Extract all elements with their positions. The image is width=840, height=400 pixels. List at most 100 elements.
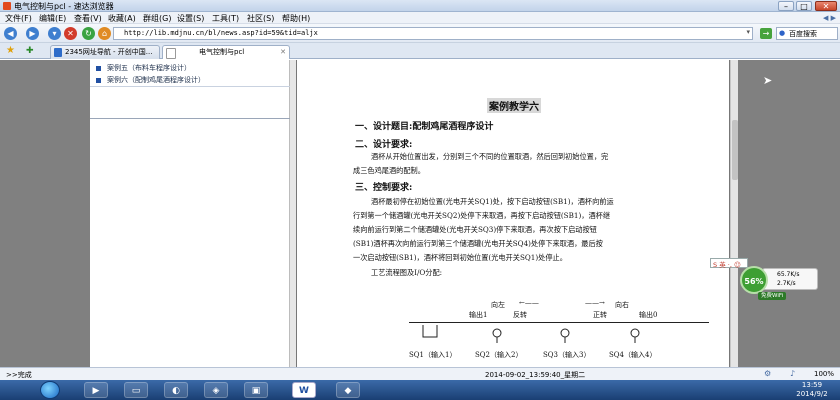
status-bar: >>完成 2014-09-02_13:59:40_星期二 ⚙ ♪ 100% [0,367,840,380]
paragraph-line: 酒杯从开始位置出发，分别到三个不同的位置取酒，然后回到初始位置，完 [371,152,609,161]
app-icon[interactable]: ◈ [204,382,228,398]
divider [90,86,290,87]
case-link-five[interactable]: 案例五（布料车程序设计） [96,63,191,73]
menu-help[interactable]: 帮助(H) [282,13,310,24]
sensor-label: SQ3（输入3） [543,351,591,359]
settings-icon[interactable]: ⚙ [764,369,771,378]
section-heading: 一、设计题目:配制鸡尾酒程序设计 [355,122,494,132]
mouse-cursor-icon: ➤ [763,74,773,87]
motion-label: 正转 [593,311,607,319]
case-label: 案例五（布料车程序设计） [107,64,191,72]
navigation-bar: ◀ ▶ ▾ ✕ ↻ ⌂ http://lib.mdjnu.cn/bl/news.… [0,24,840,43]
search-placeholder: 百度搜索 [789,30,817,38]
media-player-icon[interactable]: ▶ [84,382,108,398]
panel-toggle-icon[interactable]: ◀ ▶ [823,14,836,22]
start-button[interactable] [40,381,60,399]
close-tab-icon[interactable]: ✕ [280,46,286,59]
maximize-button[interactable]: □ [796,1,812,11]
paragraph-line: 酒杯最初停在初始位置(光电开关SQ1)处，按下启动按钮(SB1)，酒杯向前运 [371,197,614,206]
zoom-level[interactable]: 100% [814,370,834,378]
divider [90,118,290,119]
ime-label: S 英 ·, ☺ [713,261,741,269]
bullet-icon [96,77,101,83]
add-favorite-icon[interactable]: ✚ [26,46,34,56]
status-datetime: 2014-09-02_13:59:40_星期二 [485,371,586,379]
vertical-scrollbar[interactable] [730,60,738,367]
tab-bar: ★ ✚ 2345网址导航 - 开创中国... 电气控制与pcl ✕ [0,43,840,59]
paragraph-line: (SB1)酒杯再次向前运行到第三个储酒罐(光电开关SQ4)处停下来取酒，最后按 [353,239,603,248]
tab-2345-nav[interactable]: 2345网址导航 - 开创中国... [50,45,160,59]
history-icon[interactable]: ▾ [48,27,61,40]
case-label: 案例六（配制鸡尾酒程序设计） [107,76,205,84]
network-speed-widget[interactable]: 65.7K/s 2.7K/s 56% 免费WiFi [740,262,822,300]
process-flow-diagram: 向左 ←—— 输出1 反转 ——→ 向右 正转 输出0 SQ1（输入1） SQ2… [409,298,729,368]
browser-icon[interactable]: ◐ [164,382,188,398]
output-label: 输出1 [469,311,488,319]
download-speed: 2.7K/s [777,280,796,287]
document-title: 案例教学六 [487,98,541,113]
section-heading: 三、控制要求: [355,183,413,193]
menu-groups[interactable]: 群组(G) [143,13,171,24]
sensor-label: SQ2（输入2） [475,351,523,359]
left-arrow: ←—— [519,299,539,307]
case-link-six[interactable]: 案例六（配制鸡尾酒程序设计） [96,75,205,85]
sensor-label: SQ4（输入4） [609,351,657,359]
system-clock[interactable]: 13:59 2014/9/2 [790,381,834,399]
motion-label: 反转 [513,311,527,319]
back-icon[interactable]: ◀ [4,27,17,40]
network-usage-badge: 56% [740,266,768,294]
folder-icon[interactable]: ▭ [124,382,148,398]
paragraph-line: 续向前运行到第二个储酒罐处(光电开关SQ3)停下来取酒，再次按下启动按钮 [353,225,597,234]
forward-icon[interactable]: ▶ [26,27,39,40]
search-input[interactable]: ● 百度搜索 [776,27,838,40]
free-wifi-label[interactable]: 免费WiFi [758,292,787,300]
tab-electrical-control[interactable]: 电气控制与pcl ✕ [162,45,290,59]
direction-label: 向右 [615,301,629,309]
baidu-icon: ● [779,29,786,37]
close-button[interactable]: ✕ [815,1,837,11]
refresh-icon[interactable]: ↻ [82,27,95,40]
upload-speed: 65.7K/s [777,271,800,278]
browser-logo-icon [3,2,11,10]
sensor-symbols [422,325,640,343]
document-icon [166,48,176,59]
speed-panel: 65.7K/s 2.7K/s [762,268,818,290]
address-bar[interactable]: http://lib.mdjnu.cn/bl/news.asp?id=59&ti… [113,27,753,40]
case-list-frame: 案例五（布料车程序设计） 案例六（配制鸡尾酒程序设计） [90,60,290,367]
home-icon[interactable]: ⌂ [98,27,111,40]
title-bar: 电气控制与pcl - 速达浏览器 – □ ✕ [0,0,840,12]
taskbar: ▶ ▭ ◐ ◈ ▣ W ◆ 13:59 2014/9/2 [0,380,840,400]
menu-favorites[interactable]: 收藏(A) [108,13,136,24]
menu-community[interactable]: 社区(S) [247,13,274,24]
menu-bar: 文件(F) 编辑(E) 查看(V) 收藏(A) 群组(G) 设置(S) 工具(T… [0,12,840,24]
minimize-button[interactable]: – [778,1,794,11]
go-icon[interactable]: → [760,28,772,39]
paragraph-line: 成三色鸡尾酒的配制。 [353,166,425,175]
menu-file[interactable]: 文件(F) [5,13,32,24]
direction-label: 向左 [491,301,505,309]
page-icon [54,48,62,57]
tab-label: 2345网址导航 - 开创中国... [65,48,153,56]
speaker-icon[interactable]: ♪ [790,369,795,378]
clock-date: 2014/9/2 [796,390,828,398]
app-icon[interactable]: ◆ [336,382,360,398]
stop-icon[interactable]: ✕ [64,27,77,40]
paragraph-line: 一次启动按钮(SB1)，酒杯将回到初始位置(光电开关SQ1)处停止。 [353,253,567,262]
menu-settings[interactable]: 设置(S) [177,13,204,24]
document-page: 案例教学六 一、设计题目:配制鸡尾酒程序设计 二、设计要求: 酒杯从开始位置出发… [296,60,730,367]
right-arrow: ——→ [585,299,605,307]
menu-tools[interactable]: 工具(T) [212,13,239,24]
sensor-label: SQ1（输入1） [409,351,457,359]
chevron-down-icon[interactable]: ▾ [746,28,750,36]
output-label: 输出0 [639,311,658,319]
tab-label: 电气控制与pcl [199,48,245,56]
star-icon[interactable]: ★ [6,45,15,56]
page-background: ➤ [738,60,840,367]
word-icon[interactable]: W [292,382,316,398]
menu-view[interactable]: 查看(V) [74,13,102,24]
status-text: >>完成 [6,371,32,379]
app-icon[interactable]: ▣ [244,382,268,398]
paragraph-line: 工艺流程图及I/O分配: [371,268,443,277]
address-text: http://lib.mdjnu.cn/bl/news.asp?id=59&ti… [124,29,318,37]
menu-edit[interactable]: 编辑(E) [39,13,66,24]
